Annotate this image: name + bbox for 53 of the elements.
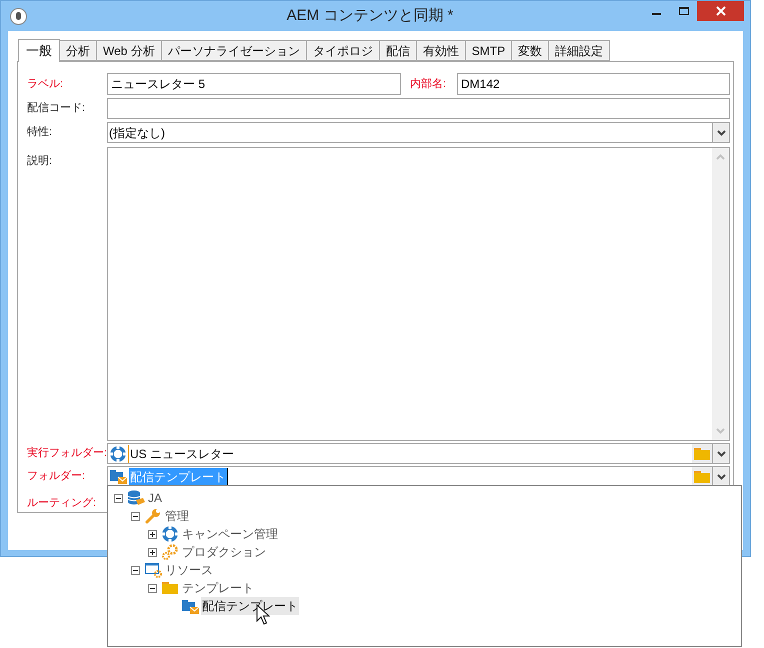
expand-icon[interactable] [148,530,157,538]
chevron-down-icon [712,123,729,142]
tab[interactable]: 変数 [512,40,550,61]
tab[interactable]: 分析 [60,40,97,61]
internal-name-field[interactable]: DM142 [457,73,730,95]
folder-envelope-icon [182,598,199,614]
gears-icon [162,544,179,560]
tree-item[interactable]: JA [147,489,164,507]
tab[interactable]: 詳細設定 [549,40,610,61]
tree-item[interactable]: プロダクション [181,543,267,561]
tree-item[interactable]: リソース [164,561,214,579]
window-title: AEM コンテンツと同期 * [286,6,454,26]
tab[interactable]: パーソナライゼーション [162,40,307,61]
chevron-down-icon[interactable] [712,467,729,486]
app-icon [10,8,27,24]
chevron-down-icon[interactable] [712,444,729,463]
field-label: 特性: [27,125,54,140]
field-label: ラベル: [27,76,64,92]
nature-dropdown[interactable]: (指定なし) [107,122,730,143]
delivery-code-field[interactable] [107,98,730,119]
collapse-icon[interactable] [148,584,157,592]
folder-icon [162,581,179,595]
tab[interactable]: Web 分析 [97,40,162,61]
field-label: 説明: [27,154,54,169]
window-gear-icon [145,562,162,578]
label-field[interactable]: ニュースレター 5 [107,73,401,95]
collapse-icon[interactable] [114,494,123,502]
tree-item[interactable]: テンプレート [181,579,255,597]
field-label: フォルダー: [27,469,86,484]
tab[interactable]: 一般 [18,39,60,62]
tab[interactable]: 配信 [380,40,417,61]
description-field[interactable] [107,147,730,441]
tree-item[interactable]: キャンペーン管理 [181,525,279,543]
execution-folder-field[interactable]: US ニュースレター [107,443,730,464]
folder-envelope-icon [110,469,127,484]
field-label: ルーティング: [27,496,98,511]
tab[interactable]: SMTP [466,40,512,61]
expand-icon[interactable] [148,548,157,556]
wrench-icon [145,508,162,524]
database-icon [128,490,145,506]
collapse-icon[interactable] [131,512,140,520]
tree-item[interactable]: 管理 [164,507,190,525]
field-label: 実行フォルダー: [27,446,107,462]
field-label: 配信コード: [27,101,86,116]
close-button[interactable] [697,1,744,21]
tab[interactable]: タイポロジ [306,40,380,61]
field-label: 内部名: [410,76,448,92]
ring-icon [110,446,126,462]
dropdown-value: (指定なし) [108,124,166,142]
collapse-icon[interactable] [131,566,140,574]
tab[interactable]: 有効性 [416,40,466,61]
ring-icon [162,526,179,542]
close-icon [716,6,726,16]
